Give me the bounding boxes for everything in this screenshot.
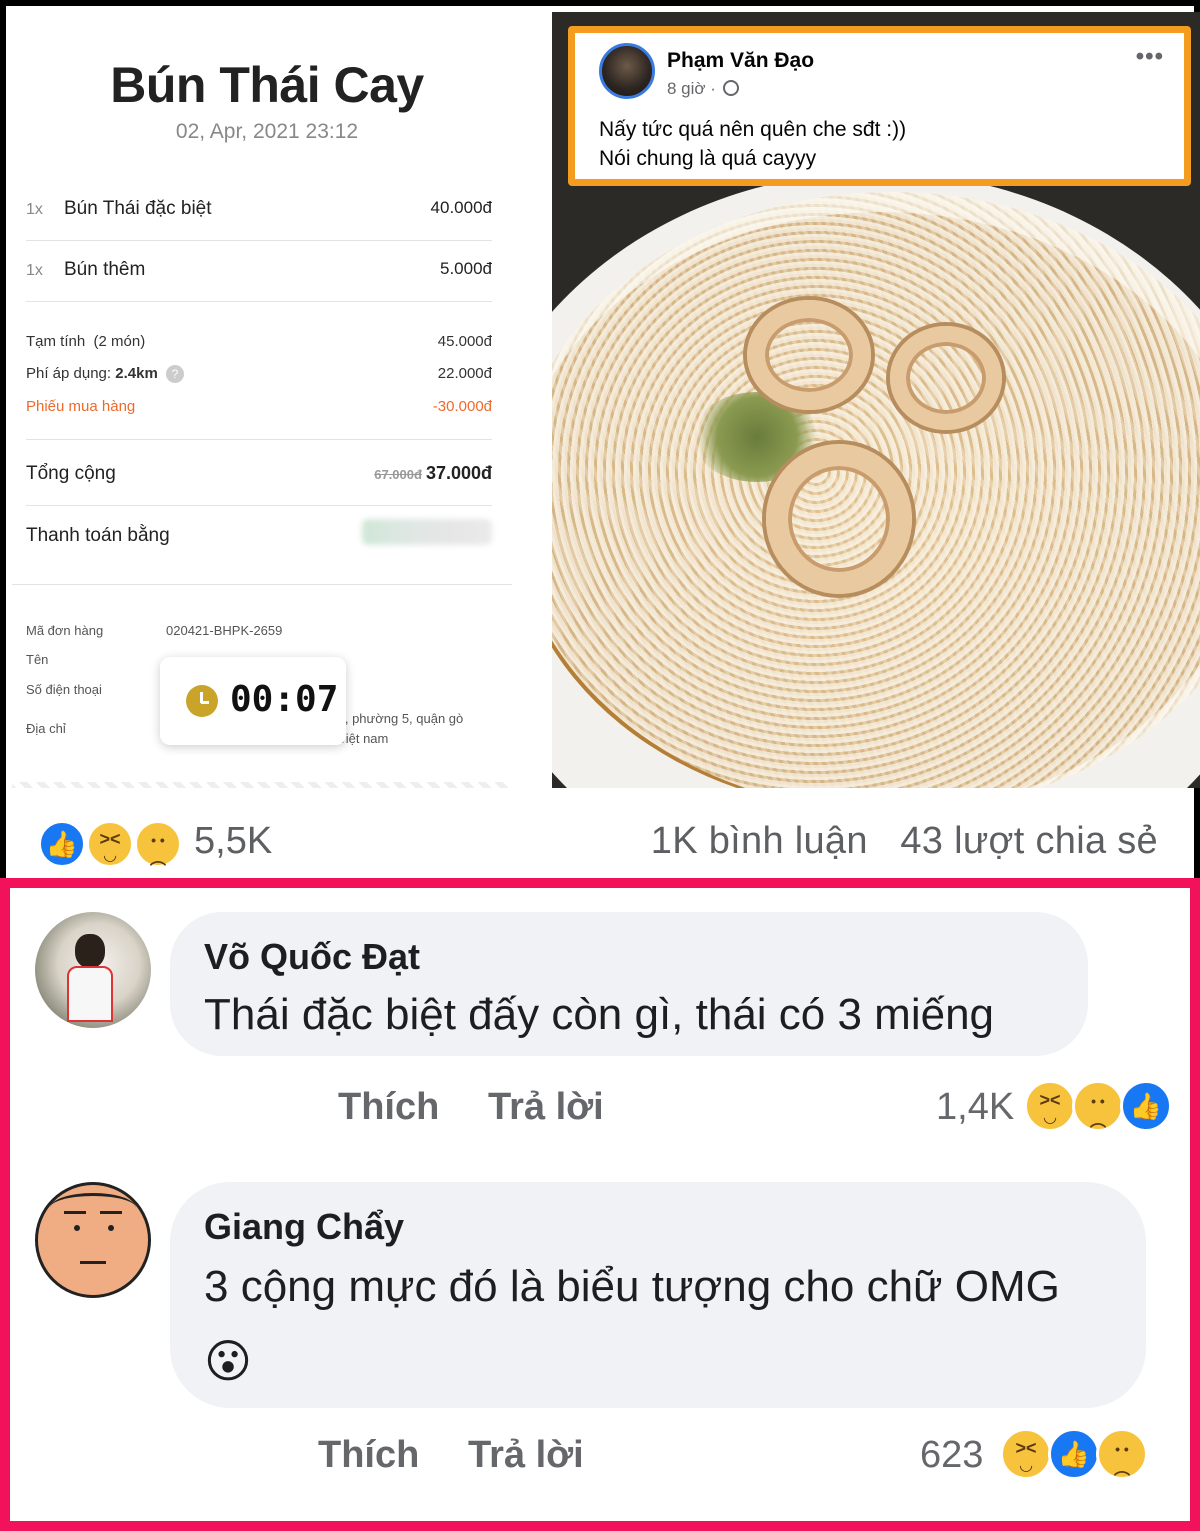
total-value: 37.000đ <box>425 463 492 483</box>
astonished-emoji: 😮 <box>204 1335 252 1387</box>
divider <box>26 505 492 506</box>
total-row: Tổng cộng 67.000đ 37.000đ <box>26 463 492 485</box>
like-icon[interactable]: 👍 <box>38 820 86 868</box>
post-time[interactable]: 8 giờ · <box>667 79 739 99</box>
comment-author[interactable]: Võ Quốc Đạt <box>204 936 420 978</box>
avatar[interactable] <box>599 43 655 99</box>
squid-ring <box>890 326 1002 430</box>
comment-text: 3 cộng mực đó là biểu tượng cho chữ OMG <box>204 1262 1060 1311</box>
item-price: 40.000đ <box>430 198 492 217</box>
avatar[interactable] <box>35 912 151 1028</box>
order-id-value: 020421-BHPK-2659 <box>166 623 283 638</box>
divider <box>12 584 512 585</box>
squid-ring <box>766 444 912 594</box>
avatar[interactable] <box>35 1182 151 1298</box>
comment-text: Thái đặc biệt đấy còn gì, thái có 3 miến… <box>204 990 995 1039</box>
fee-distance: 2.4km <box>115 365 158 382</box>
post-reaction-count[interactable]: 5,5K <box>194 820 272 863</box>
item-qty: 1x <box>26 262 43 279</box>
item-name: Bún Thái đặc biệt <box>64 198 212 219</box>
payment-method-blurred <box>362 519 492 545</box>
post-text-line: Nấy tức quá nên quên che sđt :)) <box>599 118 907 141</box>
haha-icon[interactable]: >< ◡ <box>86 820 134 868</box>
divider <box>26 301 492 302</box>
timer-value: 00:07 <box>230 679 339 720</box>
like-icon[interactable]: 👍 <box>1120 1080 1172 1132</box>
like-icon[interactable]: 👍 <box>1048 1428 1100 1480</box>
subtotal-label: Tạm tính <box>26 333 86 350</box>
fee-row: Phí áp dụng: 2.4km ? 22.000đ <box>26 365 492 384</box>
order-date: 02, Apr, 2021 23:12 <box>175 120 359 143</box>
receipt-item: 1x Bún Thái đặc biệt 40.000đ <box>26 198 492 220</box>
question-circle-icon[interactable]: ? <box>165 365 184 384</box>
voucher-label: Phiếu mua hàng <box>26 398 136 415</box>
restaurant-title: Bún Thái Cay <box>110 57 424 113</box>
order-id-label: Mã đơn hàng <box>26 623 104 638</box>
subtotal-count: (2 món) <box>93 333 146 350</box>
more-dots-icon[interactable]: ••• <box>1136 43 1164 71</box>
phone-label: Số điện thoại <box>26 682 102 697</box>
address-label: Địa chỉ <box>26 721 66 736</box>
sad-icon[interactable]: • • ︵ <box>134 820 182 868</box>
comment-reaction-count[interactable]: 623 <box>920 1434 983 1477</box>
item-qty: 1x <box>26 201 43 218</box>
like-button[interactable]: Thích <box>338 1086 439 1129</box>
total-price-group: 67.000đ 37.000đ <box>374 463 492 484</box>
address-line-1: ín, phường 5, quận gò <box>334 711 464 726</box>
customer-name-label: Tên <box>26 652 49 667</box>
subtotal-row: Tạm tính (2 món) 45.000đ <box>26 333 492 350</box>
like-button[interactable]: Thích <box>318 1434 419 1477</box>
sad-icon[interactable]: • • ︵ <box>1096 1428 1148 1480</box>
post-screenshot: Bún Thái Cay 02, Apr, 2021 23:12 1x Bún T… <box>0 0 1200 878</box>
reply-button[interactable]: Trả lời <box>488 1086 604 1129</box>
receipt-item: 1x Bún thêm 5.000đ <box>26 259 492 281</box>
payment-row: Thanh toán bằng <box>26 519 492 547</box>
comment-author[interactable]: Giang Chẩy <box>204 1206 404 1248</box>
order-receipt: Bún Thái Cay 02, Apr, 2021 23:12 1x Bún T… <box>12 12 552 788</box>
divider <box>26 240 492 241</box>
total-old-price: 67.000đ <box>374 467 422 482</box>
post-text-line: Nói chung là quá cayyy <box>599 147 817 170</box>
haha-icon[interactable]: >< ◡ <box>1000 1428 1052 1480</box>
reply-button[interactable]: Trả lời <box>468 1434 584 1477</box>
fee-value: 22.000đ <box>437 365 492 382</box>
comments-section: Võ Quốc Đạt Thái đặc biệt đấy còn gì, th… <box>0 878 1200 1531</box>
post-author[interactable]: Phạm Văn Đạo <box>667 49 814 73</box>
globe-icon <box>722 80 739 96</box>
post-time-text: 8 giờ · <box>667 79 716 98</box>
post-comments-shares[interactable]: 1K bình luận 43 lượt chia sẻ <box>651 820 1158 863</box>
payment-label: Thanh toán bằng <box>26 525 170 546</box>
clock-icon <box>186 685 218 717</box>
squid-ring <box>747 300 871 410</box>
sad-icon[interactable]: • • ︵ <box>1072 1080 1124 1132</box>
subtotal-value: 45.000đ <box>437 333 492 350</box>
timer-overlay: 00:07 <box>160 657 346 745</box>
voucher-row: Phiếu mua hàng -30.000đ <box>26 398 492 415</box>
total-label: Tổng cộng <box>26 463 116 484</box>
post-text: Nấy tức quá nên quên che sđt :)) Nói chu… <box>599 115 906 173</box>
haha-icon[interactable]: >< ◡ <box>1024 1080 1076 1132</box>
comment-reaction-count[interactable]: 1,4K <box>936 1086 1014 1129</box>
item-price: 5.000đ <box>440 259 492 278</box>
divider <box>26 439 492 440</box>
voucher-value: -30.000đ <box>432 398 492 415</box>
receipt-torn-edge <box>12 782 512 788</box>
fee-label: Phí áp dụng: <box>26 365 112 382</box>
post-header-card: Phạm Văn Đạo 8 giờ · ••• Nấy tức quá nên… <box>568 26 1191 186</box>
item-name: Bún thêm <box>64 259 146 280</box>
